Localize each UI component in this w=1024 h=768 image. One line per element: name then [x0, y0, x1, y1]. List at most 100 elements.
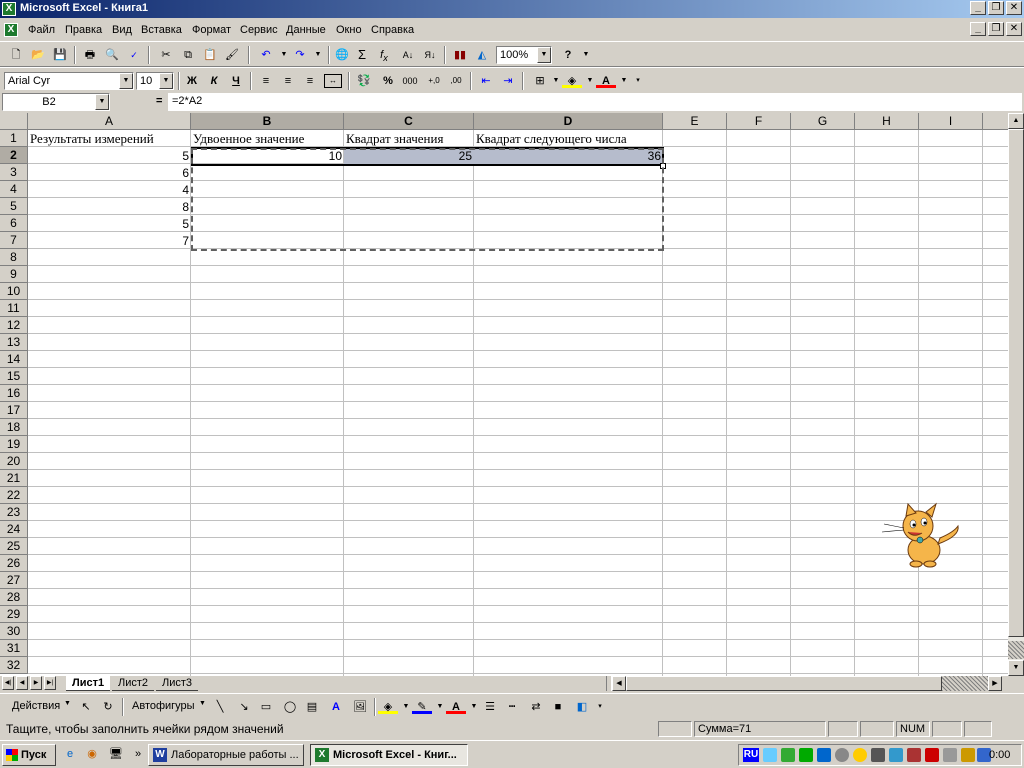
column-header-partial[interactable]: [983, 113, 1008, 130]
help-icon[interactable]: ?: [558, 46, 578, 64]
menu-help[interactable]: Справка: [371, 24, 414, 36]
chevron-down-icon[interactable]: ▼: [159, 73, 173, 89]
sort-descending-icon[interactable]: Я↓: [420, 46, 440, 64]
format-painter-icon[interactable]: 🖌: [222, 46, 242, 64]
vertical-scrollbar[interactable]: ▲ ▼: [1008, 113, 1024, 676]
cell-a4[interactable]: 4: [28, 182, 191, 199]
arrow-icon[interactable]: ↘: [234, 698, 254, 716]
fill-color-icon[interactable]: ◈: [562, 72, 582, 88]
text-color-icon[interactable]: A: [446, 698, 466, 714]
select-objects-icon[interactable]: ↖: [76, 698, 96, 716]
start-button[interactable]: Пуск: [2, 744, 56, 766]
chevron-down-icon[interactable]: ▼: [64, 700, 71, 707]
decrease-decimal-icon[interactable]: ,00: [446, 72, 466, 90]
cell-a6[interactable]: 5: [28, 216, 191, 233]
row-header[interactable]: 7: [0, 232, 28, 249]
cell-b1[interactable]: Удвоенное значение: [191, 130, 344, 147]
row-header[interactable]: 12: [0, 317, 28, 334]
dash-style-icon[interactable]: ┅: [502, 698, 522, 716]
cell-a2[interactable]: 5: [28, 148, 191, 165]
align-right-icon[interactable]: ≡: [300, 72, 320, 90]
font-combo[interactable]: Arial Cyr ▼: [4, 72, 134, 90]
scroll-right-icon[interactable]: ▶: [988, 676, 1002, 691]
row-header[interactable]: 29: [0, 606, 28, 623]
new-icon[interactable]: 🗋: [6, 46, 26, 64]
line-color-icon[interactable]: ✎: [412, 698, 432, 714]
cut-icon[interactable]: ✂: [156, 46, 176, 64]
column-header-e[interactable]: E: [663, 113, 727, 130]
autoshapes-menu[interactable]: Автофигуры: [132, 700, 195, 712]
font-color-icon[interactable]: A: [596, 72, 616, 88]
line-icon[interactable]: ╲: [210, 698, 230, 716]
scroll-left-icon[interactable]: ◀: [612, 676, 626, 691]
menu-edit[interactable]: Правка: [65, 24, 102, 36]
scroll-thumb[interactable]: [1008, 129, 1024, 637]
tray-app-icon[interactable]: [961, 748, 975, 762]
function-icon[interactable]: fx: [374, 46, 394, 64]
menu-insert[interactable]: Вставка: [141, 24, 182, 36]
row-header[interactable]: 1: [0, 130, 28, 147]
autosum-icon[interactable]: Σ: [352, 46, 372, 64]
paste-icon[interactable]: 📋: [200, 46, 220, 64]
row-header[interactable]: 9: [0, 266, 28, 283]
horizontal-scroll-track[interactable]: [942, 676, 988, 691]
actions-menu[interactable]: Действия: [12, 700, 60, 712]
menu-file[interactable]: Файл: [28, 24, 55, 36]
row-header[interactable]: 20: [0, 453, 28, 470]
row-header[interactable]: 11: [0, 300, 28, 317]
row-header[interactable]: 25: [0, 538, 28, 555]
column-header-b[interactable]: B: [191, 113, 344, 130]
font-size-combo[interactable]: 10 ▼: [136, 72, 174, 90]
rectangle-icon[interactable]: ▭: [256, 698, 276, 716]
close-button[interactable]: ✕: [1006, 1, 1022, 15]
tray-app-icon[interactable]: [925, 748, 939, 762]
menu-view[interactable]: Вид: [112, 24, 132, 36]
task-word[interactable]: W Лабораторные работы ...: [148, 744, 304, 766]
media-player-icon[interactable]: ◉: [82, 745, 102, 763]
minimize-button[interactable]: _: [970, 1, 986, 15]
formula-input[interactable]: =2*A2: [168, 93, 1022, 111]
column-header-f[interactable]: F: [727, 113, 791, 130]
bold-icon[interactable]: Ж: [182, 72, 202, 90]
wordart-icon[interactable]: A: [326, 698, 346, 716]
language-indicator[interactable]: RU: [743, 748, 759, 762]
column-header-g[interactable]: G: [791, 113, 855, 130]
row-header[interactable]: 27: [0, 572, 28, 589]
equals-sign[interactable]: =: [156, 95, 162, 107]
align-left-icon[interactable]: ≡: [256, 72, 276, 90]
row-header[interactable]: 17: [0, 402, 28, 419]
row-header[interactable]: 21: [0, 470, 28, 487]
menu-window[interactable]: Окно: [336, 24, 362, 36]
row-header[interactable]: 13: [0, 334, 28, 351]
cell-d1[interactable]: Квадрат следующего числа: [474, 130, 663, 147]
print-icon[interactable]: 🖶: [80, 46, 100, 64]
tray-network-icon[interactable]: [763, 748, 777, 762]
task-excel[interactable]: X Microsoft Excel - Книг...: [310, 744, 468, 766]
tray-app-icon[interactable]: [871, 748, 885, 762]
excel-app-icon[interactable]: X: [2, 2, 16, 16]
italic-icon[interactable]: К: [204, 72, 224, 90]
scroll-track[interactable]: [1008, 641, 1024, 659]
sheet-tab-1[interactable]: Лист1: [66, 676, 111, 691]
tray-app-icon[interactable]: [781, 748, 795, 762]
redo-dropdown-icon[interactable]: ▼: [308, 46, 328, 64]
drawing-options-icon[interactable]: ▾: [590, 698, 610, 716]
row-header[interactable]: 26: [0, 555, 28, 572]
sheet-tab-2[interactable]: Лист2: [112, 676, 155, 691]
prev-sheet-icon[interactable]: ◀: [16, 676, 28, 690]
oval-icon[interactable]: ◯: [280, 698, 300, 716]
decrease-indent-icon[interactable]: ⇤: [476, 72, 496, 90]
chart-wizard-icon[interactable]: ▮▮: [450, 46, 470, 64]
row-header[interactable]: 24: [0, 521, 28, 538]
row-header[interactable]: 15: [0, 368, 28, 385]
tray-app-icon[interactable]: [943, 748, 957, 762]
open-icon[interactable]: 📂: [28, 46, 48, 64]
underline-icon[interactable]: Ч: [226, 72, 246, 90]
spreadsheet-grid[interactable]: A B C D E F G H I 1 2 3 4 5 6 7 8 9 10 11 12 13 14 15 1…: [0, 113, 1008, 676]
copy-icon[interactable]: ⧉: [178, 46, 198, 64]
menu-tools[interactable]: Сервис: [240, 24, 278, 36]
clipart-icon[interactable]: 🖼: [350, 698, 370, 716]
chevron-down-icon[interactable]: ▼: [119, 73, 133, 89]
3d-icon[interactable]: ◧: [572, 698, 592, 716]
percent-icon[interactable]: %: [378, 72, 398, 90]
